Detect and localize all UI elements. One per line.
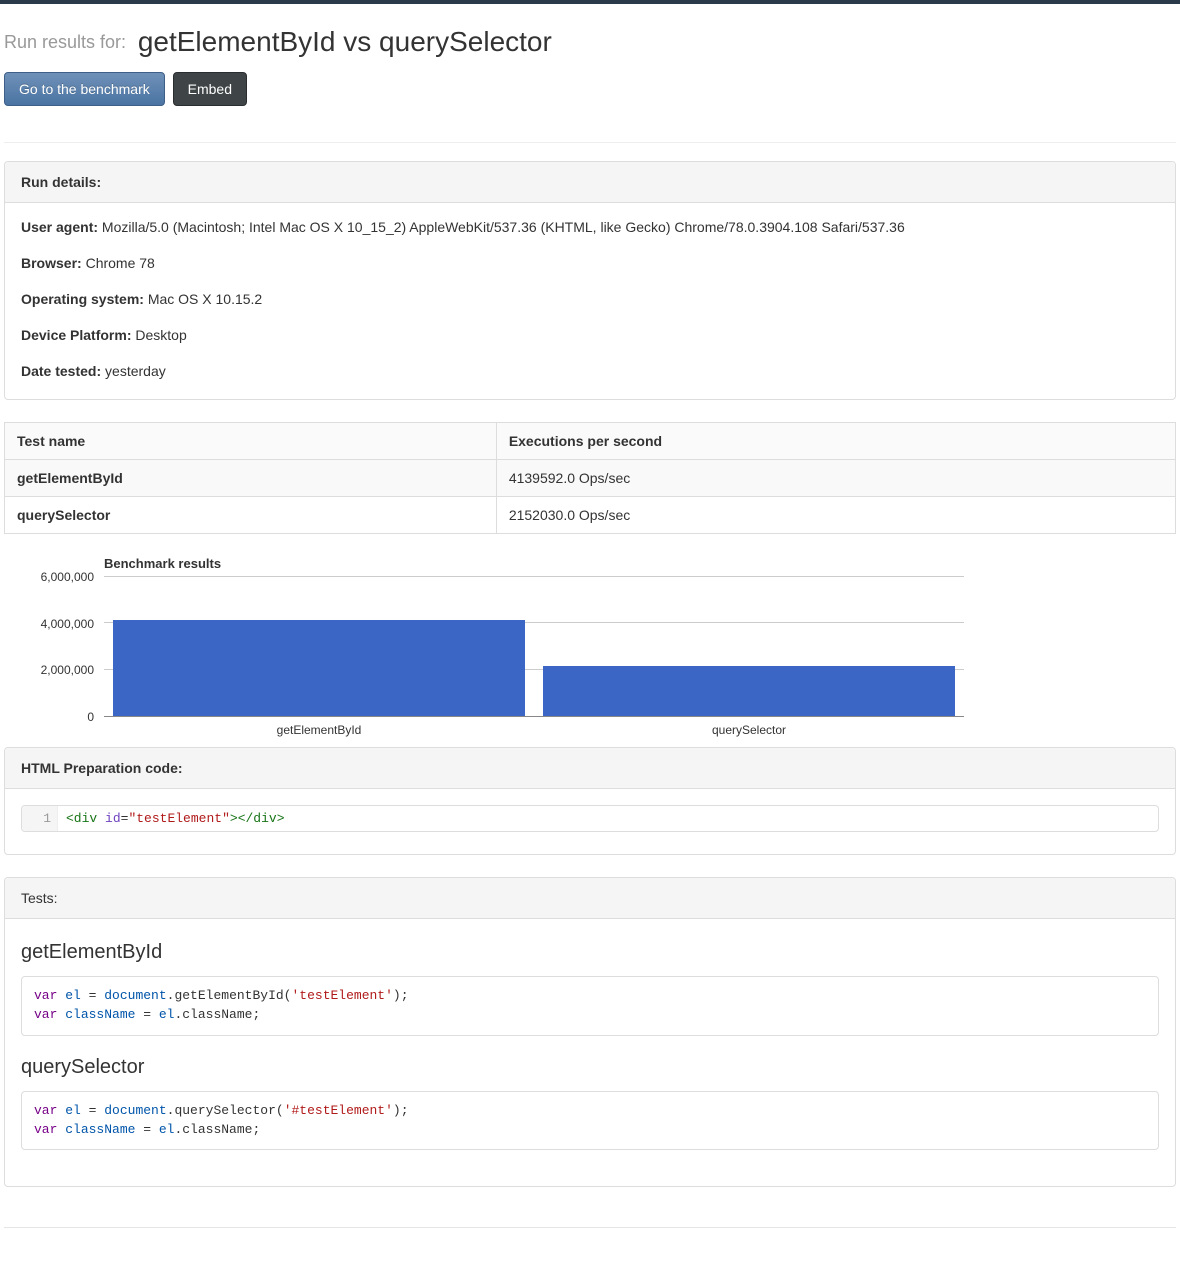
table-row: getElementById4139592.0 Ops/sec: [5, 460, 1176, 497]
tests-heading: Tests:: [5, 878, 1175, 919]
divider: [4, 142, 1176, 143]
run-details-heading: Run details:: [5, 162, 1175, 203]
x-tick-label: getElementById: [104, 717, 534, 737]
detail-row: Operating system: Mac OS X 10.15.2: [21, 291, 1159, 307]
test-title: querySelector: [21, 1056, 1159, 1079]
html-prep-panel: HTML Preparation code: 1 <div id="testEl…: [4, 747, 1176, 855]
run-details-panel: Run details: User agent: Mozilla/5.0 (Ma…: [4, 161, 1176, 400]
detail-row: Date tested: yesterday: [21, 363, 1159, 379]
detail-row: User agent: Mozilla/5.0 (Macintosh; Inte…: [21, 219, 1159, 235]
tests-panel: Tests: getElementById var el = document.g…: [4, 877, 1176, 1187]
test-code: var el = document.getElementById('testEl…: [21, 976, 1159, 1036]
x-tick-label: querySelector: [534, 717, 964, 737]
test-title: getElementById: [21, 941, 1159, 964]
chart-plot: [104, 577, 964, 717]
page-title: Run results for: getElementById vs query…: [4, 26, 1176, 58]
page-title-prefix: Run results for:: [4, 32, 126, 52]
html-prep-heading: HTML Preparation code:: [5, 748, 1175, 789]
detail-row: Browser: Chrome 78: [21, 255, 1159, 271]
code-content: <div id="testElement"></div>: [58, 806, 293, 831]
page-title-text: getElementById vs querySelector: [138, 26, 552, 57]
results-table: Test name Executions per second getEleme…: [4, 422, 1176, 534]
button-row: Go to the benchmark Embed: [4, 72, 1176, 124]
cell-test-name: querySelector: [5, 497, 497, 534]
detail-label: Operating system:: [21, 291, 144, 307]
html-prep-code: 1 <div id="testElement"></div>: [21, 805, 1159, 832]
bar: [543, 666, 956, 716]
cell-eps: 2152030.0 Ops/sec: [496, 497, 1175, 534]
embed-button[interactable]: Embed: [173, 72, 247, 106]
chart-title: Benchmark results: [104, 556, 964, 571]
detail-label: Device Platform:: [21, 327, 131, 343]
detail-label: User agent:: [21, 219, 98, 235]
test-code: var el = document.querySelector('#testEl…: [21, 1091, 1159, 1151]
chart-y-axis: 6,000,0004,000,0002,000,0000: [24, 577, 104, 717]
table-row: querySelector2152030.0 Ops/sec: [5, 497, 1176, 534]
detail-label: Date tested:: [21, 363, 101, 379]
code-gutter: 1: [22, 806, 58, 831]
detail-row: Device Platform: Desktop: [21, 327, 1159, 343]
cell-eps: 4139592.0 Ops/sec: [496, 460, 1175, 497]
chart-x-axis: getElementByIdquerySelector: [104, 717, 964, 737]
detail-label: Browser:: [21, 255, 82, 271]
col-test-name: Test name: [5, 423, 497, 460]
cell-test-name: getElementById: [5, 460, 497, 497]
go-to-benchmark-button[interactable]: Go to the benchmark: [4, 72, 165, 106]
footer-rule: [4, 1227, 1176, 1228]
bar: [113, 620, 526, 716]
bar-slot: [534, 577, 964, 716]
bar-slot: [104, 577, 534, 716]
benchmark-chart: Benchmark results 6,000,0004,000,0002,00…: [24, 556, 964, 737]
col-eps: Executions per second: [496, 423, 1175, 460]
